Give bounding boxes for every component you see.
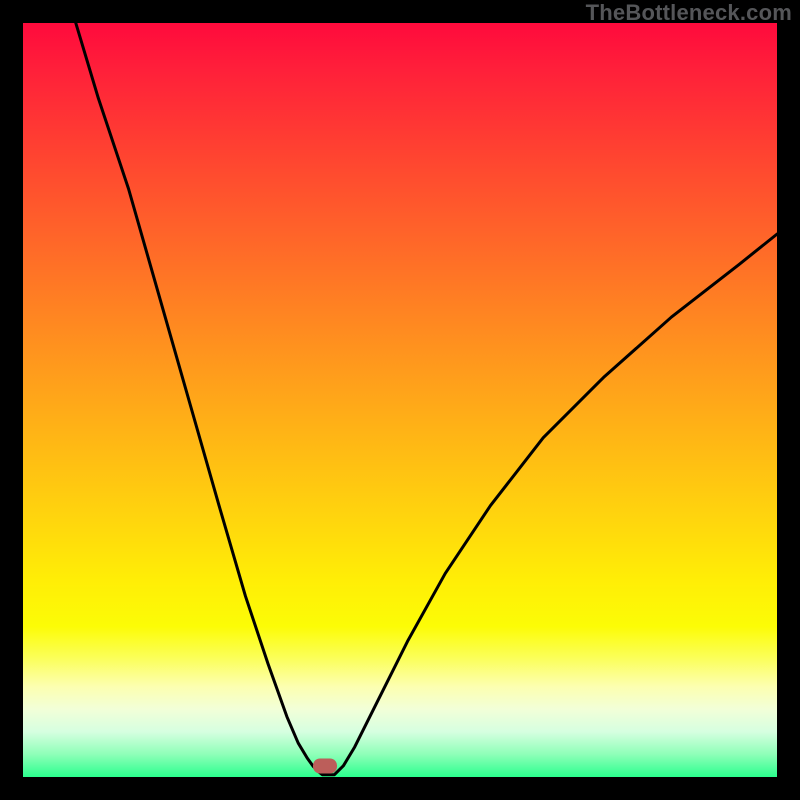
watermark-label: TheBottleneck.com xyxy=(586,0,792,26)
plot-area xyxy=(23,23,777,777)
chart-frame: TheBottleneck.com xyxy=(0,0,800,800)
bottleneck-marker-icon xyxy=(313,758,337,773)
bottleneck-curve xyxy=(23,23,777,777)
